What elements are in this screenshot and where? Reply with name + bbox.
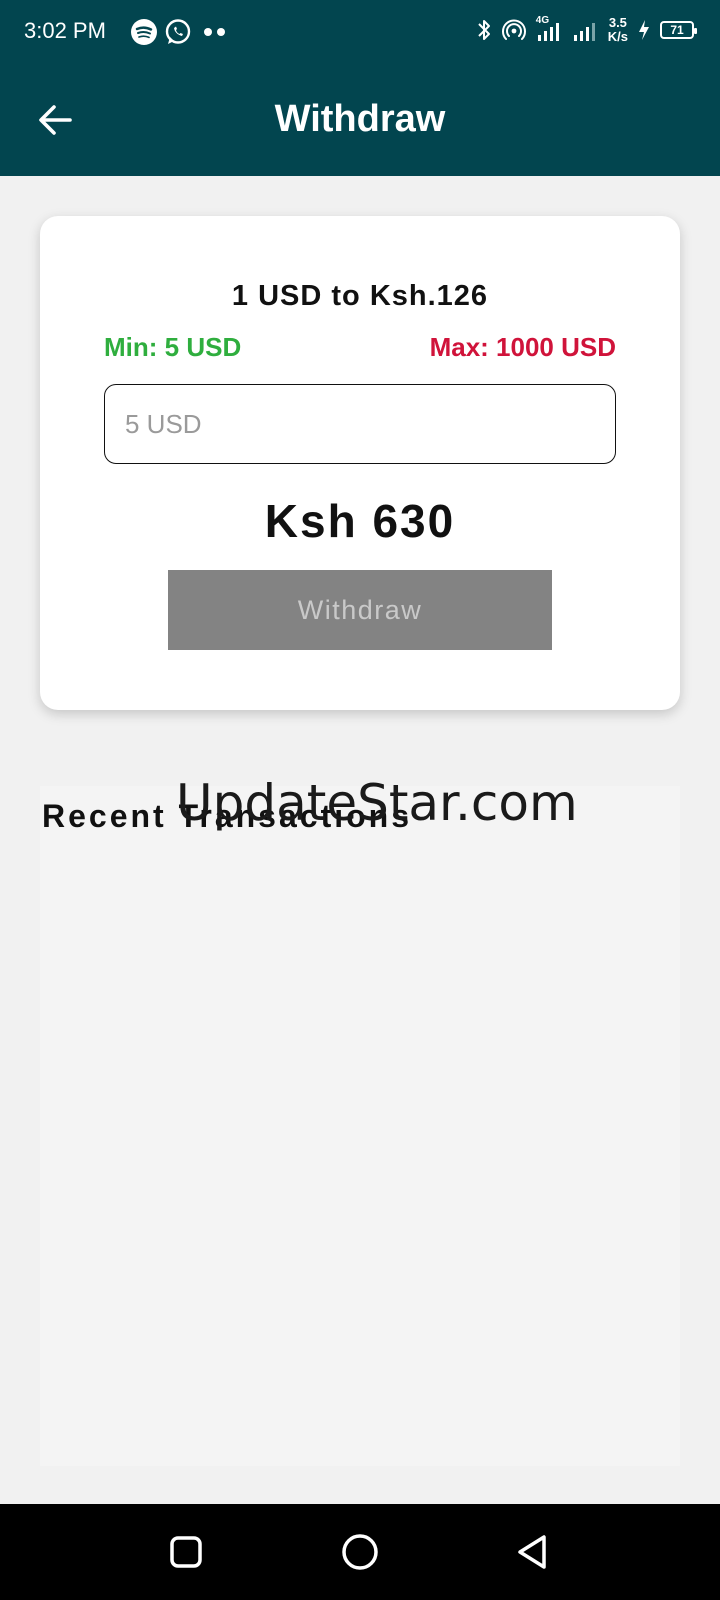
page-title: Withdraw [274, 98, 446, 140]
withdraw-card: 1 USD to Ksh.126 Min: 5 USD Max: 1000 US… [40, 216, 680, 710]
whatsapp-icon [165, 19, 191, 44]
more-notifications-dot [217, 28, 225, 36]
status-time: 3:02 PM [24, 18, 106, 43]
min-limit: Min: 5 USD [104, 332, 242, 362]
system-icons: 4G 3.5 K/s 71 [476, 15, 697, 44]
more-notifications-dot [204, 28, 212, 36]
back-triangle-icon[interactable] [512, 1530, 556, 1574]
max-limit: Max: 1000 USD [429, 332, 616, 362]
notification-icons [130, 18, 225, 46]
navigation-bar [0, 1504, 720, 1600]
network-speed-unit: K/s [607, 29, 628, 44]
network-speed-value: 3.5 [608, 15, 627, 30]
battery-icon: 71 [660, 21, 697, 39]
hotspot-icon [501, 19, 526, 40]
recent-apps-icon[interactable] [164, 1530, 208, 1574]
spotify-icon [131, 19, 157, 45]
status-bar: 3:02 PM 4G 3.5 K/s 71 [0, 0, 720, 64]
charging-icon [639, 20, 649, 40]
screen: 3:02 PM 4G 3.5 K/s 71 Withdraw 1 USD to … [0, 0, 720, 1600]
app-bar: Withdraw [0, 64, 720, 176]
signal-icon [573, 23, 595, 41]
network-speed: 3.5 K/s [608, 16, 628, 44]
recent-transactions-title: Recent Transactions [42, 798, 412, 834]
bluetooth-icon [478, 20, 490, 40]
exchange-rate: 1 USD to Ksh.126 [231, 280, 489, 312]
battery-level: 71 [670, 23, 684, 37]
signal-4g-icon: 4G [536, 15, 562, 43]
home-icon[interactable] [338, 1530, 382, 1574]
amount-input[interactable] [104, 384, 616, 464]
withdraw-button[interactable]: Withdraw [168, 570, 552, 650]
recent-transactions-list [40, 786, 680, 1466]
converted-amount: Ksh 630 [264, 495, 456, 547]
